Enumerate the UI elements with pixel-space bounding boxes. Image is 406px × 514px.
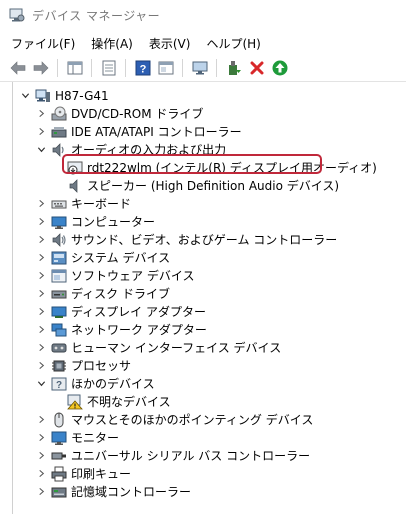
other-devices-icon: ? [51,376,67,392]
chevron-right-icon[interactable] [35,108,47,120]
menu-action[interactable]: 操作(A) [83,35,141,52]
monitor-scan-icon[interactable] [190,58,210,78]
computer-root-icon [35,88,51,104]
forward-arrow-icon[interactable] [31,58,51,78]
usb-icon [51,448,67,464]
sound-icon [51,232,67,248]
menu-file[interactable]: ファイル(F) [0,35,83,52]
network-adapter-icon [51,322,67,338]
svg-text:?: ? [140,63,147,75]
chevron-right-icon[interactable] [35,288,47,300]
speaker-icon [67,178,83,194]
sheet-icon[interactable] [99,58,119,78]
title-bar: デバイス マネージャー [0,0,406,30]
red-highlight-box [62,154,322,174]
chevron-right-icon[interactable] [35,306,47,318]
properties-pane-icon[interactable] [65,58,85,78]
tree-item-label: ソフトウェア デバイス [71,269,195,283]
tree-item-label: サウンド、ビデオ、およびゲーム コントローラー [71,233,338,247]
toolbar-separator [125,58,126,77]
device-manager-window: デバイス マネージャー ファイル(F) 操作(A) 表示(V) ヘルプ(H) ? [0,0,406,514]
chevron-right-icon[interactable] [35,216,47,228]
storage-controller-icon [51,484,67,500]
tree-item-label: スピーカー (High Definition Audio デバイス) [87,179,340,193]
tree-item-label: ディスク ドライブ [71,287,170,301]
tree-item-label: モニター [71,431,120,445]
chevron-right-icon[interactable] [35,126,47,138]
back-arrow-icon[interactable] [8,58,28,78]
chevron-right-icon[interactable] [35,342,47,354]
tree-item-label: DVD/CD-ROM ドライブ [71,107,204,121]
chevron-down-icon[interactable] [19,90,31,102]
pane-icon[interactable] [156,58,176,78]
printer-icon [51,466,67,482]
chevron-down-icon[interactable] [35,144,47,156]
menu-bar: ファイル(F) 操作(A) 表示(V) ヘルプ(H) [0,32,406,54]
tree-item-label: プロセッサ [71,359,132,373]
window-title: デバイス マネージャー [32,8,161,23]
tree-item-label: ネットワーク アダプター [71,323,207,337]
tree-item-label: キーボード [71,197,132,211]
tree-item-label: ヒューマン インターフェイス デバイス [71,341,282,355]
keyboard-icon [51,196,67,212]
chevron-right-icon[interactable] [35,468,47,480]
chevron-down-icon[interactable] [35,378,47,390]
ide-controller-icon [51,124,67,140]
chevron-right-icon[interactable] [35,324,47,336]
display-adapter-icon [51,304,67,320]
enable-device-icon[interactable] [270,58,290,78]
chevron-right-icon[interactable] [35,234,47,246]
tree-item-label: IDE ATA/ATAPI コントローラー [71,125,242,139]
chevron-right-icon[interactable] [35,360,47,372]
tree-item-label: 印刷キュー [71,467,132,481]
tree-item-label: 記憶域コントローラー [71,485,192,499]
hid-icon [51,340,67,356]
device-manager-app-icon [9,7,25,23]
uninstall-x-icon[interactable] [247,58,267,78]
dvd-drive-icon [51,106,67,122]
chevron-right-icon[interactable] [35,414,47,426]
tree-item-label: ユニバーサル シリアル バス コントローラー [71,449,311,463]
tree-root-label: H87-G41 [55,88,109,103]
chevron-right-icon[interactable] [35,252,47,264]
tree-item-label: ほかのデバイス [71,377,155,391]
unknown-device-warning-icon [67,394,83,410]
help-icon[interactable]: ? [133,58,153,78]
toolbar: ? [0,54,406,82]
menu-view[interactable]: 表示(V) [141,35,199,52]
disk-drive-icon [51,286,67,302]
toolbar-separator [182,58,183,77]
mouse-icon [51,412,67,428]
tree-item-label: ディスプレイ アダプター [71,305,206,319]
toolbar-separator [57,58,58,77]
toolbar-separator [216,58,217,77]
chevron-right-icon[interactable] [35,450,47,462]
chevron-right-icon[interactable] [35,486,47,498]
device-tree: H87-G41 DVD/CD-ROM ドライブ IDE ATA/ATAPI コン… [12,82,406,514]
monitor-icon [51,430,67,446]
update-driver-icon[interactable] [224,58,244,78]
toolbar-separator [91,58,92,77]
tree-item-label: 不明なデバイス [87,395,171,409]
computer-icon [51,214,67,230]
chevron-right-icon[interactable] [35,198,47,210]
chevron-right-icon[interactable] [35,270,47,282]
tree-item-label: システム デバイス [71,251,171,265]
software-devices-icon [51,268,67,284]
processor-icon [51,358,67,374]
menu-help[interactable]: ヘルプ(H) [198,35,268,52]
tree-item-label: コンピューター [71,215,156,229]
tree-item-storage-controller[interactable]: 記憶域コントローラー [35,481,191,502]
tree-item-label: マウスとそのほかのポインティング デバイス [71,413,314,427]
system-devices-icon [51,250,67,266]
chevron-right-icon[interactable] [35,432,47,444]
svg-text:?: ? [56,380,62,391]
